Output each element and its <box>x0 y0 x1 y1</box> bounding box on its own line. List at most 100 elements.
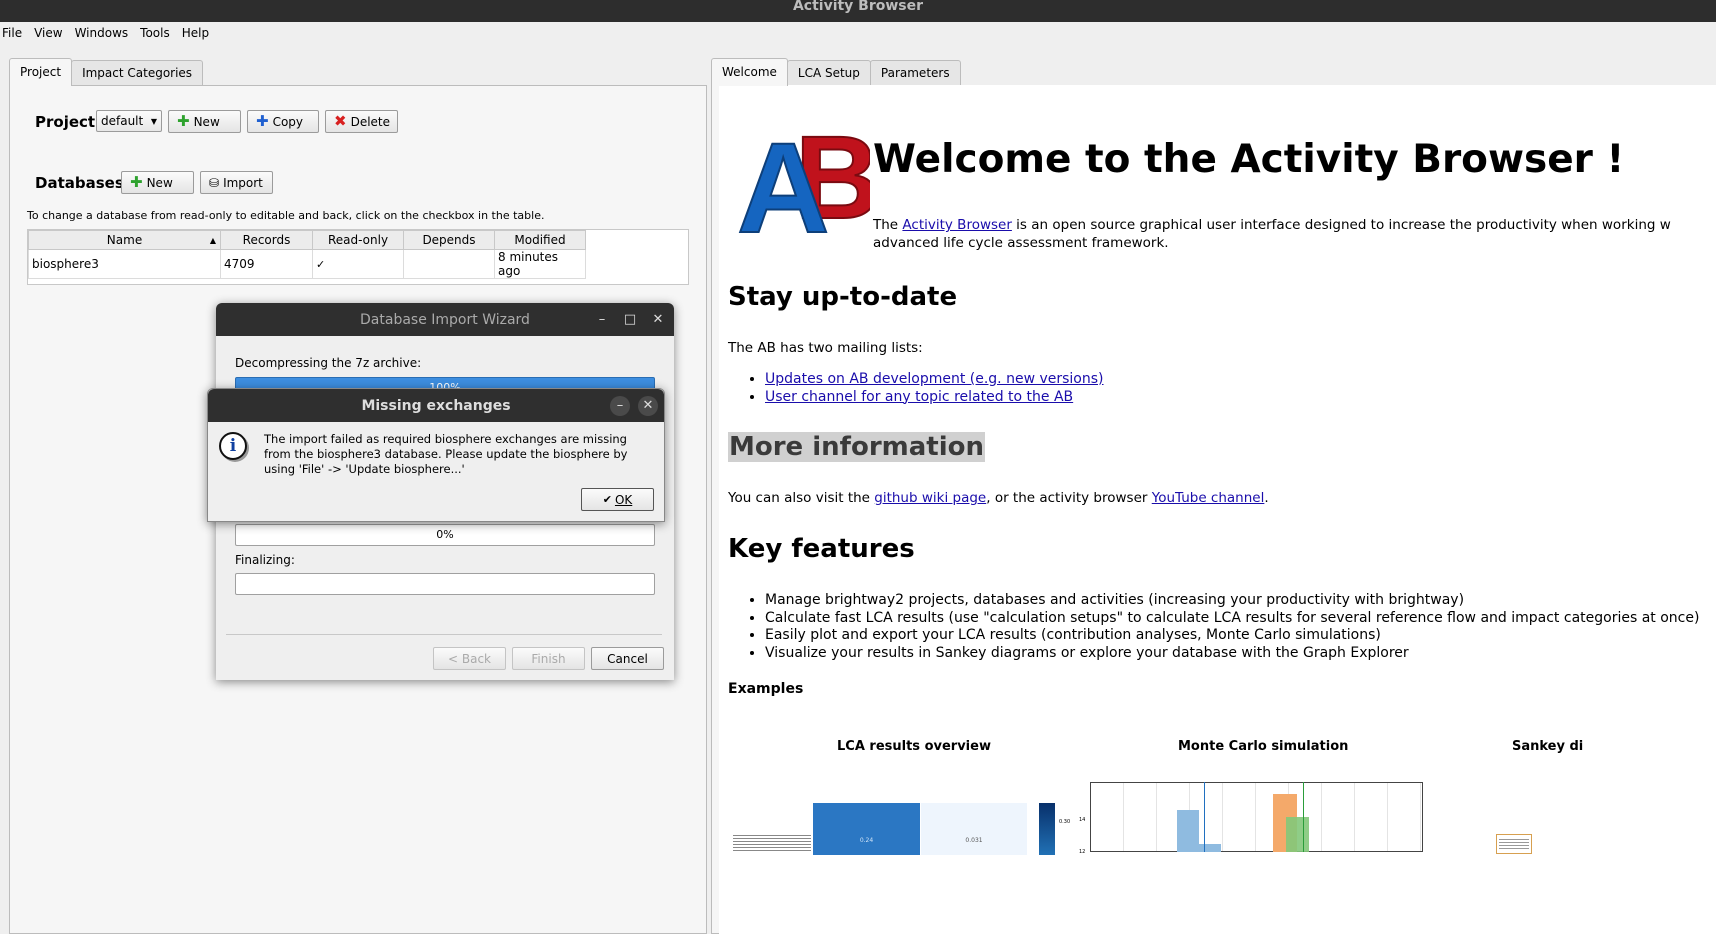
cancel-button[interactable]: Cancel <box>591 647 664 670</box>
plus-icon: ✚ <box>177 112 190 130</box>
project-select[interactable]: default ▼ <box>96 110 162 132</box>
column-header-modified[interactable]: Modified <box>494 230 586 250</box>
column-header-depends[interactable]: Depends <box>403 230 495 250</box>
thumb-row-labels <box>733 833 811 853</box>
lca-results-thumbnail: 0.24 0.031 0.30 <box>729 795 1070 855</box>
x-icon: ✖ <box>334 112 347 130</box>
list-item: Easily plot and export your LCA results … <box>765 627 1699 645</box>
example-title-sankey: Sankey di <box>1512 739 1584 754</box>
menu-help[interactable]: Help <box>182 26 209 40</box>
list-item: Updates on AB development (e.g. new vers… <box>765 371 1104 389</box>
maximize-icon[interactable]: □ <box>620 310 640 330</box>
welcome-page: B A Welcome to the Activity Browser ! Th… <box>719 85 1716 934</box>
activity-browser-link[interactable]: Activity Browser <box>902 217 1011 233</box>
welcome-intro: The Activity Browser is an open source g… <box>873 217 1671 252</box>
colorbar <box>1039 803 1055 855</box>
copy-project-label: Copy <box>272 114 304 129</box>
mailing-link-user-channel[interactable]: User channel for any topic related to th… <box>765 389 1073 405</box>
more-text-3: . <box>1264 490 1269 506</box>
decompress-label: Decompressing the 7z archive: <box>235 356 422 370</box>
menu-view[interactable]: View <box>34 26 62 40</box>
minimize-icon[interactable]: – <box>610 395 630 416</box>
table-row[interactable]: biosphere3 4709 ✓ 8 minutes ago <box>28 249 586 279</box>
database-icon: ⛁ <box>209 175 220 190</box>
tab-lca-setup[interactable]: LCA Setup <box>786 60 871 86</box>
missing-exchanges-dialog: Missing exchanges – ✕ i The import faile… <box>207 388 665 522</box>
finalizing-label: Finalizing: <box>235 553 295 567</box>
menu-file[interactable]: File <box>2 26 22 40</box>
youtube-channel-link[interactable]: YouTube channel <box>1152 490 1265 506</box>
menu-windows[interactable]: Windows <box>75 26 129 40</box>
mean-line <box>1303 782 1304 852</box>
table-header: Name ▲ Records Read-only Depends Modified <box>28 230 586 250</box>
finish-button[interactable]: Finish <box>512 647 585 670</box>
wizard-title: Database Import Wizard <box>360 311 530 328</box>
more-text-2: , or the activity browser <box>986 490 1152 506</box>
delete-project-label: Delete <box>350 114 391 129</box>
intro-text-2: is an open source graphical user interfa… <box>1011 217 1671 233</box>
mailing-text: The AB has two mailing lists: <box>728 340 923 356</box>
back-button[interactable]: < Back <box>433 647 506 670</box>
new-project-button[interactable]: ✚ New <box>168 110 241 133</box>
copy-project-button[interactable]: ✚ Copy <box>247 110 319 133</box>
right-tabbar: Welcome LCA Setup Parameters <box>711 58 961 86</box>
example-title-lca: LCA results overview <box>837 739 991 754</box>
import-progress-bar: 0% <box>235 524 655 546</box>
mailing-list: Updates on AB development (e.g. new vers… <box>728 371 1104 406</box>
tab-project[interactable]: Project <box>9 58 73 86</box>
ab-logo: B A <box>735 110 881 261</box>
mailing-link-updates[interactable]: Updates on AB development (e.g. new vers… <box>765 371 1104 387</box>
divider <box>226 634 662 635</box>
import-database-label: Import <box>223 175 263 190</box>
list-item: Calculate fast LCA results (use "calcula… <box>765 610 1699 628</box>
example-title-montecarlo: Monte Carlo simulation <box>1178 739 1349 754</box>
cell-name[interactable]: biosphere3 <box>28 249 221 279</box>
features-list: Manage brightway2 projects, databases an… <box>728 592 1699 662</box>
column-header-readonly[interactable]: Read-only <box>312 230 404 250</box>
databases-hint: To change a database from read-only to e… <box>27 209 545 222</box>
databases-table: Name ▲ Records Read-only Depends Modified… <box>28 230 586 279</box>
cell-depends <box>403 249 495 279</box>
close-icon[interactable]: ✕ <box>638 395 658 416</box>
sankey-thumbnail <box>1496 834 1532 854</box>
tab-impact-categories[interactable]: Impact Categories <box>71 60 204 86</box>
import-database-button[interactable]: ⛁ Import <box>200 171 273 194</box>
intro-text-3: advanced life cycle assessment framework… <box>873 234 1169 251</box>
stay-heading: Stay up-to-date <box>728 282 958 312</box>
close-icon[interactable]: ✕ <box>648 310 668 330</box>
more-info-text: You can also visit the github wiki page,… <box>728 490 1269 506</box>
databases-label: Databases: <box>35 174 130 192</box>
check-icon: ✔ <box>602 493 612 506</box>
menu-tools[interactable]: Tools <box>140 26 170 40</box>
delete-project-button[interactable]: ✖ Delete <box>325 110 398 133</box>
ok-label: OK <box>614 492 633 507</box>
new-database-button[interactable]: ✚ New <box>121 171 194 194</box>
minimize-icon[interactable]: – <box>592 310 612 330</box>
github-wiki-link[interactable]: github wiki page <box>874 490 986 506</box>
readonly-checkbox[interactable]: ✓ <box>312 249 404 279</box>
ok-button[interactable]: ✔ OK <box>581 488 654 511</box>
list-item: Visualize your results in Sankey diagram… <box>765 645 1699 663</box>
mean-line <box>1204 782 1205 852</box>
new-project-label: New <box>193 114 220 129</box>
tab-welcome[interactable]: Welcome <box>711 58 788 86</box>
cell-records: 4709 <box>220 249 313 279</box>
heatmap-cell: 0.24 <box>813 803 920 855</box>
plus-icon: ✚ <box>256 112 269 130</box>
svg-text:A: A <box>737 117 829 240</box>
column-header-name[interactable]: Name ▲ <box>28 230 221 250</box>
wizard-titlebar: Database Import Wizard – □ ✕ <box>216 303 674 336</box>
more-text-1: You can also visit the <box>728 490 875 506</box>
column-header-records[interactable]: Records <box>220 230 313 250</box>
list-item: User channel for any topic related to th… <box>765 389 1104 407</box>
project-select-value: default <box>101 114 144 128</box>
info-icon: i <box>219 432 247 460</box>
left-tabbar: Project Impact Categories <box>9 58 204 86</box>
plot-area <box>1090 782 1423 852</box>
colorbar-tick: 0.30 <box>1059 819 1071 825</box>
chevron-down-icon: ▼ <box>150 116 157 126</box>
list-item: Manage brightway2 projects, databases an… <box>765 592 1699 610</box>
tab-parameters[interactable]: Parameters <box>869 60 961 86</box>
histogram-bar <box>1177 810 1199 852</box>
msgbox-title: Missing exchanges <box>361 397 511 414</box>
